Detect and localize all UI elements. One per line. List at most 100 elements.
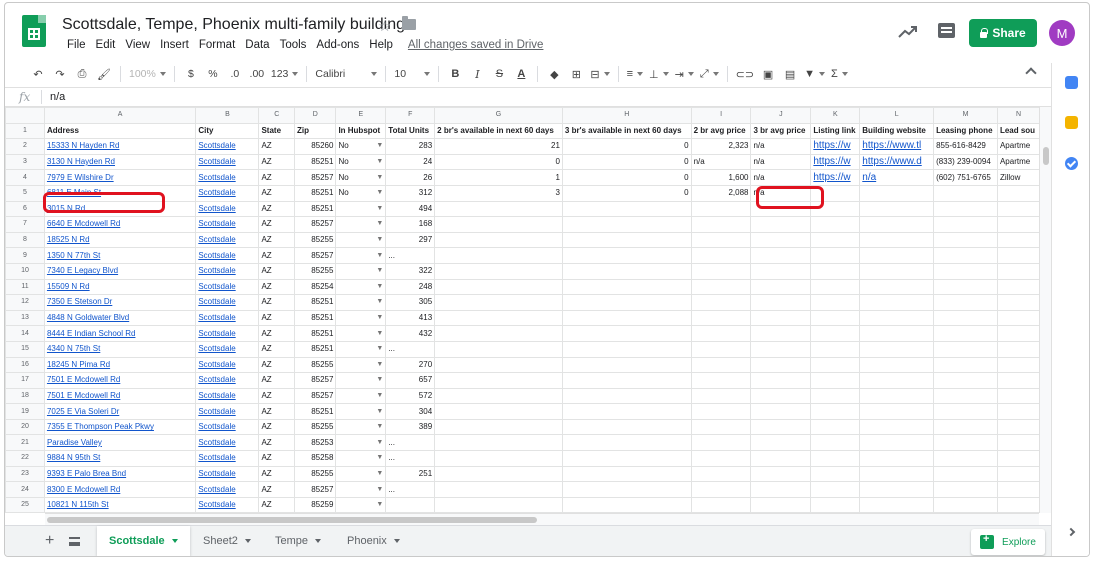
- table-cell[interactable]: [996, 247, 1041, 264]
- table-cell[interactable]: 85257: [294, 169, 337, 186]
- table-cell[interactable]: ▼: [335, 372, 387, 389]
- table-cell[interactable]: [859, 262, 935, 280]
- keep-icon[interactable]: [1065, 116, 1078, 129]
- table-cell[interactable]: [933, 372, 998, 389]
- table-cell[interactable]: [561, 216, 692, 233]
- table-cell[interactable]: ▼: [335, 496, 387, 513]
- table-cell[interactable]: 85251: [294, 340, 337, 358]
- table-cell[interactable]: [750, 434, 812, 452]
- table-cell[interactable]: AZ: [258, 262, 296, 280]
- table-cell[interactable]: Scottsdale: [195, 294, 260, 311]
- column-header-n[interactable]: N: [996, 107, 1041, 124]
- table-cell[interactable]: Scottsdale: [195, 356, 260, 374]
- table-cell[interactable]: 248: [385, 278, 436, 296]
- table-cell[interactable]: [690, 278, 752, 296]
- table-cell[interactable]: [434, 372, 563, 389]
- dropdown-arrow-icon[interactable]: ▼: [376, 186, 383, 200]
- table-cell[interactable]: [933, 294, 998, 311]
- column-title[interactable]: 3 br avg price: [750, 122, 812, 140]
- dropdown-arrow-icon[interactable]: ▼: [376, 296, 383, 310]
- table-cell[interactable]: Scottsdale: [195, 340, 260, 358]
- vertical-scroll-thumb[interactable]: [1043, 147, 1049, 165]
- dropdown-arrow-icon[interactable]: ▼: [376, 327, 383, 341]
- decrease-decimal-button[interactable]: .0: [227, 65, 243, 83]
- sheets-logo-icon[interactable]: [22, 15, 46, 47]
- table-cell[interactable]: [690, 247, 752, 264]
- row-header[interactable]: 15: [5, 340, 45, 358]
- table-cell[interactable]: 2,323: [690, 138, 752, 155]
- table-cell[interactable]: 8300 E Mcdowell Rd: [43, 481, 197, 498]
- table-cell[interactable]: [750, 325, 812, 342]
- table-cell[interactable]: AZ: [258, 200, 296, 218]
- table-cell[interactable]: Zillow: [996, 169, 1041, 186]
- table-cell[interactable]: [859, 481, 935, 498]
- column-header-h[interactable]: H: [561, 107, 692, 124]
- table-cell[interactable]: Scottsdale: [195, 403, 260, 420]
- column-title[interactable]: Building website: [859, 122, 935, 140]
- dropdown-arrow-icon[interactable]: ▼: [376, 202, 383, 216]
- table-cell[interactable]: AZ: [258, 387, 296, 405]
- table-cell[interactable]: [750, 481, 812, 498]
- tab-tempe[interactable]: Tempe: [263, 526, 333, 556]
- table-cell[interactable]: Scottsdale: [195, 309, 260, 327]
- row-header[interactable]: 7: [5, 216, 45, 233]
- table-cell[interactable]: 21: [434, 138, 563, 155]
- text-rotation-icon[interactable]: ⤢: [700, 65, 719, 83]
- column-header-i[interactable]: I: [690, 107, 752, 124]
- table-cell[interactable]: [690, 496, 752, 513]
- row-header[interactable]: 8: [5, 231, 45, 249]
- table-cell[interactable]: ...: [385, 247, 436, 264]
- table-cell[interactable]: [561, 309, 692, 327]
- table-cell[interactable]: AZ: [258, 434, 296, 452]
- table-cell[interactable]: [750, 403, 812, 420]
- table-cell[interactable]: [434, 262, 563, 280]
- table-cell[interactable]: [859, 465, 935, 483]
- bold-button[interactable]: B: [447, 65, 463, 83]
- dropdown-arrow-icon[interactable]: ▼: [376, 218, 383, 232]
- table-cell[interactable]: ▼: [335, 278, 387, 296]
- table-cell[interactable]: ▼: [335, 231, 387, 249]
- table-cell[interactable]: ▼: [335, 294, 387, 311]
- table-cell[interactable]: 7340 E Legacy Blvd: [43, 262, 197, 280]
- table-cell[interactable]: [561, 481, 692, 498]
- table-cell[interactable]: No ▼: [335, 138, 387, 155]
- table-cell[interactable]: Scottsdale: [195, 450, 260, 467]
- table-cell[interactable]: Scottsdale: [195, 372, 260, 389]
- table-cell[interactable]: [933, 278, 998, 296]
- dropdown-arrow-icon[interactable]: ▼: [376, 342, 383, 356]
- table-cell[interactable]: 85255: [294, 262, 337, 280]
- table-cell[interactable]: [933, 403, 998, 420]
- column-title[interactable]: Listing link: [810, 122, 861, 140]
- table-cell[interactable]: [996, 309, 1041, 327]
- explore-button[interactable]: Explore: [971, 529, 1045, 555]
- row-header[interactable]: 13: [5, 309, 45, 327]
- table-cell[interactable]: [810, 216, 861, 233]
- table-cell[interactable]: AZ: [258, 465, 296, 483]
- table-cell[interactable]: 251: [385, 465, 436, 483]
- table-cell[interactable]: [810, 294, 861, 311]
- table-cell[interactable]: AZ: [258, 325, 296, 342]
- table-cell[interactable]: AZ: [258, 216, 296, 233]
- table-cell[interactable]: 6811 E Main St: [43, 184, 197, 202]
- column-title[interactable]: Leasing phone: [933, 122, 998, 140]
- row-header[interactable]: 21: [5, 434, 45, 452]
- table-cell[interactable]: 10821 N 115th St: [43, 496, 197, 513]
- menu-tools[interactable]: Tools: [275, 39, 312, 51]
- table-cell[interactable]: [933, 216, 998, 233]
- column-header-e[interactable]: E: [335, 107, 387, 124]
- row-header[interactable]: 14: [5, 325, 45, 342]
- functions-button[interactable]: Σ: [831, 65, 848, 83]
- formula-input[interactable]: n/a: [50, 91, 65, 103]
- table-cell[interactable]: [690, 481, 752, 498]
- table-cell[interactable]: [561, 200, 692, 218]
- table-cell[interactable]: [434, 325, 563, 342]
- dropdown-arrow-icon[interactable]: ▼: [376, 498, 383, 512]
- table-cell[interactable]: ▼: [335, 309, 387, 327]
- table-cell[interactable]: [561, 496, 692, 513]
- table-cell[interactable]: No ▼: [335, 153, 387, 171]
- table-cell[interactable]: Scottsdale: [195, 247, 260, 264]
- table-cell[interactable]: ...: [385, 481, 436, 498]
- table-cell[interactable]: [810, 262, 861, 280]
- table-cell[interactable]: [810, 372, 861, 389]
- table-cell[interactable]: 85257: [294, 387, 337, 405]
